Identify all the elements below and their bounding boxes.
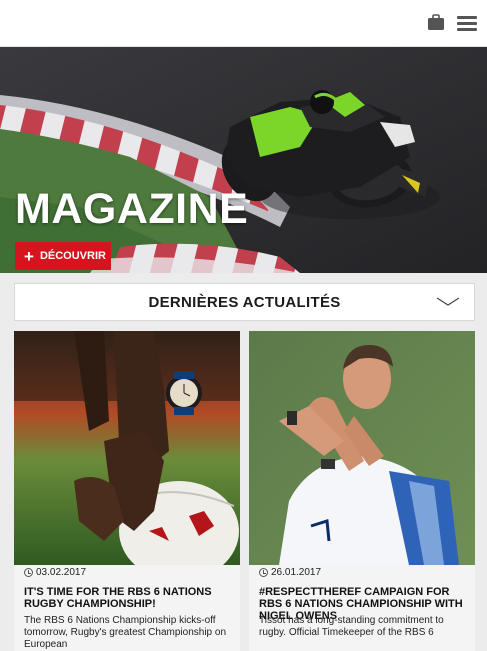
- news-category-dropdown[interactable]: DERNIÈRES ACTUALITÉS: [14, 283, 475, 321]
- plus-icon: +: [24, 246, 34, 266]
- clock-icon: [24, 568, 33, 577]
- article-date: 03.02.2017: [24, 567, 86, 578]
- article-excerpt: The RBS 6 Nations Championship kicks-off…: [24, 615, 227, 650]
- hero-image: [0, 47, 487, 273]
- hamburger-menu-icon[interactable]: [457, 15, 477, 31]
- hero-banner: MAGAZINE + DÉCOUVRIR: [0, 47, 487, 273]
- article-title[interactable]: IT'S TIME FOR THE RBS 6 NATIONS RUGBY CH…: [24, 586, 232, 610]
- article-excerpt: Tissot has a long-standing commitment to…: [259, 615, 444, 638]
- article-card[interactable]: 03.02.2017 IT'S TIME FOR THE RBS 6 NATIO…: [14, 331, 240, 651]
- article-image-referee: [249, 331, 475, 565]
- article-date-text: 26.01.2017: [271, 567, 322, 578]
- shopping-bag-icon[interactable]: [428, 14, 444, 30]
- discover-button-label: DÉCOUVRIR: [39, 250, 106, 262]
- article-date-text: 03.02.2017: [36, 567, 87, 578]
- chevron-down-icon: [436, 297, 460, 306]
- hero-title: MAGAZINE: [15, 185, 249, 233]
- clock-icon: [259, 568, 268, 577]
- article-image-rugby-ball: [14, 331, 240, 565]
- news-category-label: DERNIÈRES ACTUALITÉS: [148, 293, 341, 311]
- article-card[interactable]: 26.01.2017 #RESPECTTHEREF CAMPAIGN FOR R…: [249, 331, 475, 651]
- article-date: 26.01.2017: [259, 567, 321, 578]
- top-navigation-bar: [0, 0, 487, 47]
- discover-button[interactable]: + DÉCOUVRIR: [15, 242, 111, 270]
